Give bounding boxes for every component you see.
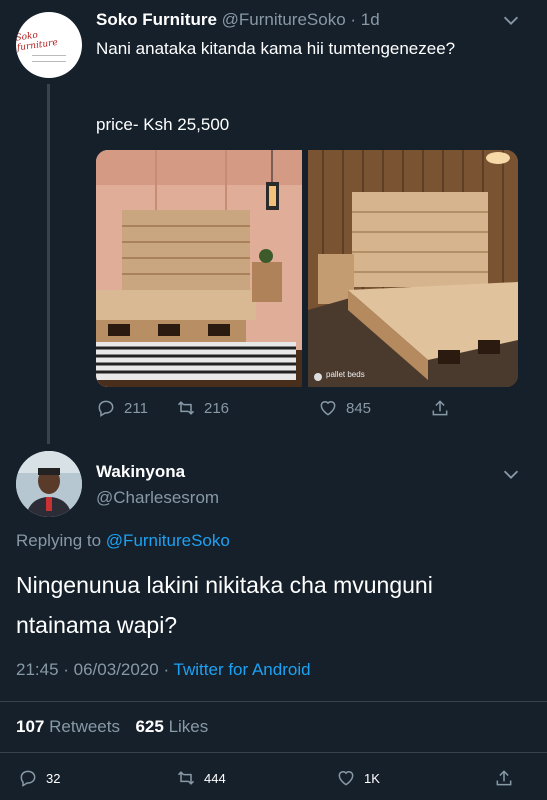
replying-label: Replying to [16,531,102,550]
image-watermark: pallet beds [326,370,365,379]
tweet-actions: 211 216 845 [96,398,476,420]
reply-icon [98,400,114,417]
tweet-time[interactable]: · 1d [350,10,379,29]
like-button[interactable]: 845 [318,398,371,418]
reply-like-button[interactable]: 1K [336,768,380,788]
thread-line [47,84,50,444]
reply-icon [20,770,36,787]
divider [0,752,547,753]
tweet-media[interactable]: pallet beds [96,150,518,387]
reply-stats: 107 Retweets 625 Likes [16,717,208,737]
tweet-text: Nani anataka kitanda kama hii tumtengene… [96,39,456,58]
like-icon [320,401,336,416]
bed-photo-right[interactable]: pallet beds [308,150,518,387]
reply-retweet-count: 444 [204,770,226,786]
avatar-photo [16,451,82,517]
logo-underline [32,54,66,62]
like-count: 845 [346,399,372,417]
bed-illustration-right [308,150,518,387]
reply-retweet-button[interactable]: 444 [176,768,226,788]
logo-text: Soko furniture [16,30,59,53]
like-icon [338,771,354,786]
reply-author-avatar[interactable] [16,451,82,517]
tweet-price-line: price- Ksh 25,500 [96,115,230,134]
replying-to-handle[interactable]: @FurnitureSoko [106,531,230,550]
bed-photo-left[interactable] [96,150,302,387]
reply-actions: 32 444 1K [0,768,547,790]
replying-to-line: Replying to @FurnitureSoko [16,531,230,551]
author-handle[interactable]: @FurnitureSoko [222,10,346,29]
like-total-label[interactable]: Likes [169,717,209,736]
retweet-button[interactable]: 216 [176,398,229,418]
retweet-icon [177,401,195,415]
divider [0,701,547,702]
bed-illustration-left [96,150,302,387]
author-avatar[interactable]: Soko furniture [16,12,82,78]
reply-text: Ningenunua lakini nikitaka cha mvunguni … [16,572,433,638]
reply-author-handle[interactable]: @Charlesesrom [96,488,219,508]
reply-like-count: 1K [364,770,380,786]
reply-client[interactable]: Twitter for Android [174,660,311,679]
reply-button[interactable]: 211 [96,398,148,418]
reply-reply-button[interactable]: 32 [18,768,60,788]
reply-share-button[interactable] [494,768,514,788]
reply-reply-count: 32 [46,770,61,786]
share-icon [496,770,512,786]
share-button[interactable] [430,398,450,418]
tweet-header: Soko Furniture @FurnitureSoko · 1d [96,10,380,30]
reply-meta: 21:45 · 06/03/2020 · Twitter for Android [16,660,311,680]
chevron-down-icon[interactable] [500,9,522,31]
like-total[interactable]: 625 [135,717,163,736]
reply-count: 211 [124,399,148,417]
chevron-down-icon[interactable] [500,463,522,485]
retweet-icon [177,771,195,785]
author-name[interactable]: Soko Furniture [96,10,217,29]
retweet-total-label[interactable]: Retweets [49,717,120,736]
retweet-count: 216 [204,399,230,417]
reply-timestamp[interactable]: 21:45 · 06/03/2020 · [16,660,169,679]
retweet-total[interactable]: 107 [16,717,44,736]
reply-author-name[interactable]: Wakinyona [96,462,185,482]
share-icon [432,400,448,416]
